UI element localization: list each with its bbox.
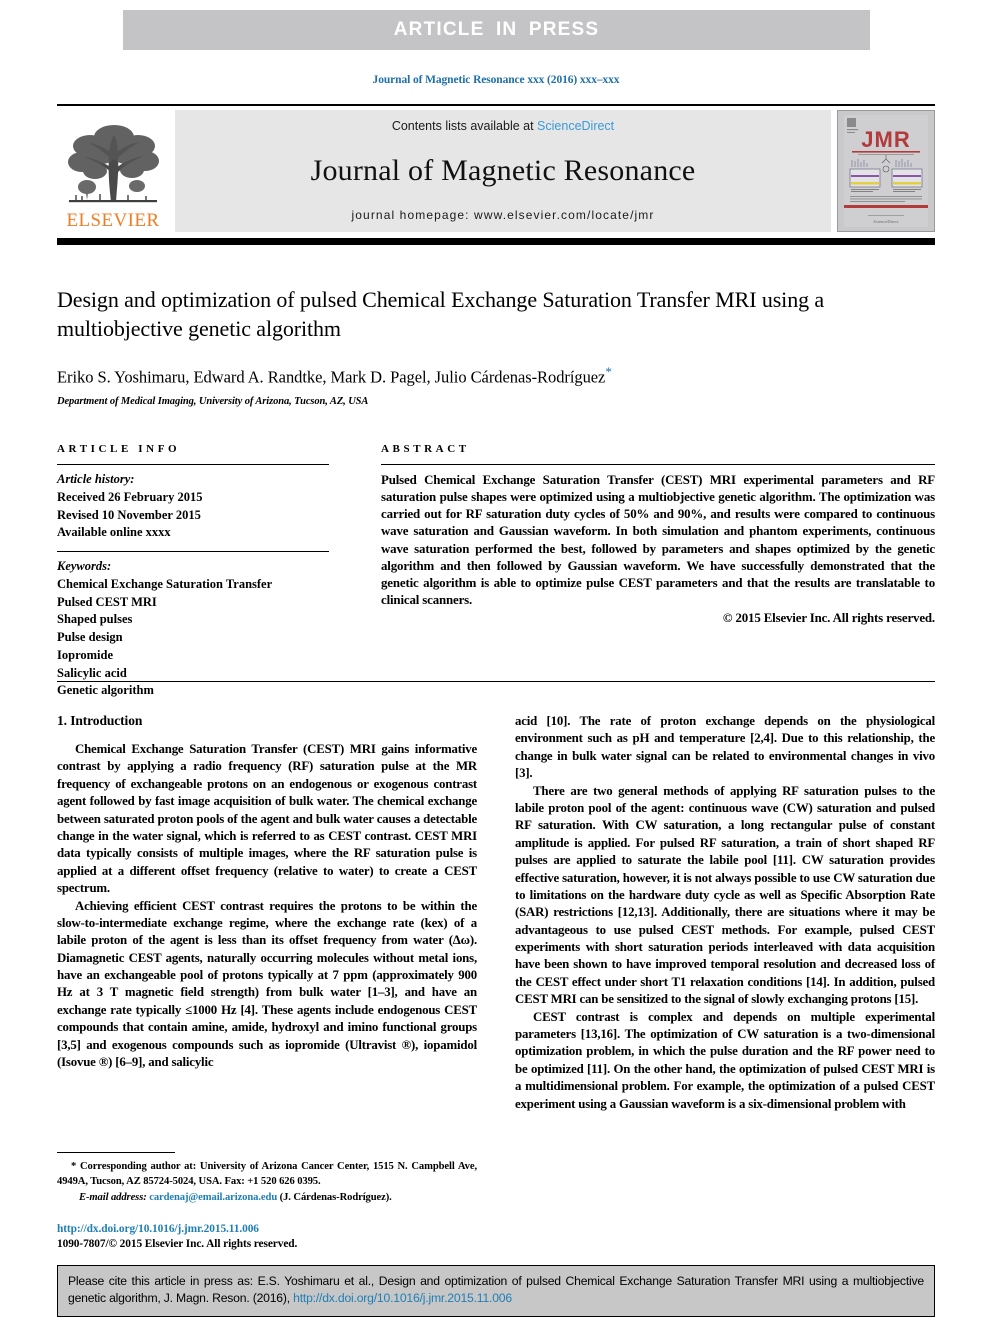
journal-title: Journal of Magnetic Resonance	[310, 153, 696, 187]
article-history-label: Article history:	[57, 472, 135, 486]
info-abstract-region: ARTICLE INFO Article history: Received 2…	[57, 443, 935, 709]
corresponding-author-marker[interactable]: *	[605, 364, 612, 379]
elsevier-tree-icon	[68, 125, 159, 203]
running-head: Journal of Magnetic Resonance xxx (2016)…	[372, 74, 620, 86]
keywords-group: Keywords: Chemical Exchange Saturation T…	[57, 552, 329, 709]
keywords-label: Keywords:	[57, 559, 112, 573]
masthead-center-panel: Contents lists available at ScienceDirec…	[175, 110, 831, 232]
doi-block: http://dx.doi.org/10.1016/j.jmr.2015.11.…	[57, 1222, 477, 1253]
contents-available-line: Contents lists available at ScienceDirec…	[392, 119, 614, 133]
citation-footer-box: Please cite this article in press as: E.…	[57, 1265, 935, 1317]
keyword-item: Chemical Exchange Saturation Transfer	[57, 576, 273, 591]
jmr-cover-image: JMR ScienceDirect	[838, 111, 934, 231]
paragraph: Chemical Exchange Saturation Transfer (C…	[57, 742, 477, 896]
paragraph: acid [10]. The rate of proton exchange d…	[515, 714, 935, 781]
email-label: E-mail address:	[79, 1192, 147, 1204]
article-history-group: Article history: Received 26 February 20…	[57, 465, 329, 551]
masthead-top-rule	[57, 104, 935, 106]
body-column-left: 1. Introduction Chemical Exchange Satura…	[57, 713, 477, 1113]
keyword-item: Iopromide	[57, 647, 114, 662]
article-info-column: ARTICLE INFO Article history: Received 2…	[57, 443, 329, 709]
body-column-right: acid [10]. The rate of proton exchange d…	[515, 713, 935, 1113]
body-columns: 1. Introduction Chemical Exchange Satura…	[57, 713, 935, 1113]
keyword-item: Genetic algorithm	[57, 683, 154, 698]
svg-text:ScienceDirect: ScienceDirect	[873, 219, 899, 224]
paragraph: There are two general methods of applyin…	[515, 783, 935, 1007]
journal-masthead: ELSEVIER Contents lists available at Sci…	[57, 110, 935, 232]
footnote-rule	[57, 1152, 175, 1153]
history-item: Received 26 February 2015	[57, 489, 203, 504]
title-block: Design and optimization of pulsed Chemic…	[57, 285, 935, 407]
abstract-column: ABSTRACT Pulsed Chemical Exchange Satura…	[381, 443, 935, 709]
keyword-item: Shaped pulses	[57, 612, 133, 627]
abstract-copyright: © 2015 Elsevier Inc. All rights reserved…	[722, 611, 935, 626]
doi-link[interactable]: http://dx.doi.org/10.1016/j.jmr.2015.11.…	[57, 1222, 477, 1237]
email-link[interactable]: cardenaj@email.arizona.edu	[149, 1192, 277, 1203]
elsevier-logo: ELSEVIER	[57, 110, 169, 232]
page-title: Design and optimization of pulsed Chemic…	[57, 287, 825, 342]
journal-cover-thumbnail: JMR ScienceDirect	[837, 110, 935, 232]
author-names: Eriko S. Yoshimaru, Edward A. Randtke, M…	[57, 367, 606, 387]
history-item: Available online xxxx	[57, 525, 171, 540]
svg-text:JMR: JMR	[861, 127, 910, 152]
keyword-item: Pulsed CEST MRI	[57, 594, 157, 609]
issn-copyright-line: 1090-7807/© 2015 Elsevier Inc. All right…	[57, 1238, 298, 1251]
history-item: Revised 10 November 2015	[57, 507, 201, 522]
article-in-press-label: ARTICLE IN PRESS	[393, 19, 600, 40]
abstract-text: Pulsed Chemical Exchange Saturation Tran…	[381, 473, 935, 608]
sciencedirect-link[interactable]: ScienceDirect	[537, 119, 614, 133]
affiliation: Department of Medical Imaging, Universit…	[57, 396, 369, 408]
contents-prefix: Contents lists available at	[391, 119, 538, 133]
keyword-item: Salicylic acid	[57, 665, 127, 680]
paragraph: Achieving efficient CEST contrast requir…	[57, 898, 477, 1070]
article-in-press-banner: ARTICLE IN PRESS	[123, 10, 870, 50]
author-list: Eriko S. Yoshimaru, Edward A. Randtke, M…	[57, 364, 935, 388]
article-info-heading: ARTICLE INFO	[57, 443, 181, 455]
keyword-item: Pulse design	[57, 630, 123, 644]
masthead-bottom-rule	[57, 238, 935, 245]
corresponding-author-note: * Corresponding author at: University of…	[57, 1161, 477, 1187]
info-abstract-bottom-rule	[57, 681, 935, 682]
email-note: E-mail address: cardenaj@email.arizona.e…	[57, 1191, 477, 1206]
section-heading-introduction: 1. Introduction	[57, 713, 143, 728]
abstract-heading: ABSTRACT	[381, 443, 470, 455]
citation-doi-link[interactable]: http://dx.doi.org/10.1016/j.jmr.2015.11.…	[293, 1291, 512, 1305]
footnote-block: * Corresponding author at: University of…	[57, 1152, 477, 1206]
journal-homepage-line[interactable]: journal homepage: www.elsevier.com/locat…	[352, 208, 655, 222]
elsevier-wordmark: ELSEVIER	[66, 210, 160, 231]
email-owner: (J. Cárdenas-Rodríguez).	[279, 1192, 392, 1204]
paragraph: CEST contrast is complex and depends on …	[515, 1009, 935, 1111]
citation-text: Please cite this article in press as: E.…	[68, 1273, 924, 1308]
